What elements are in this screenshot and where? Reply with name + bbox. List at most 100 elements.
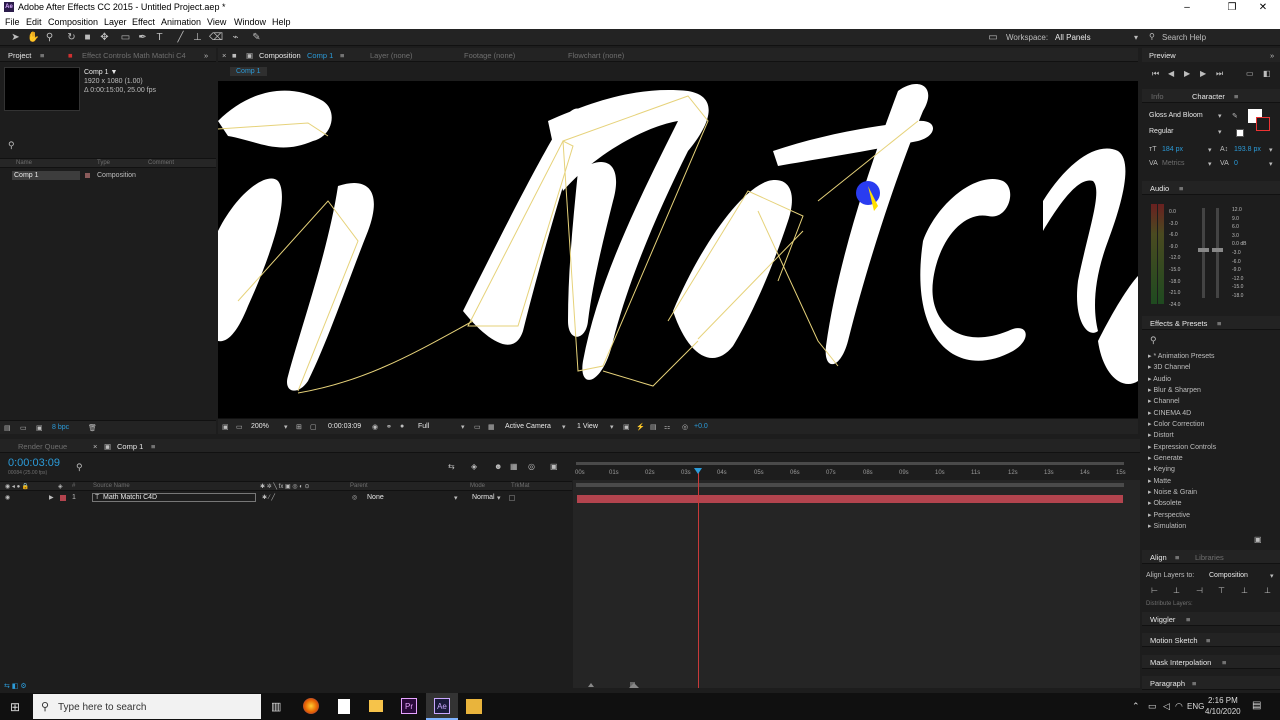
expand-layer-icon[interactable]: ▶	[49, 494, 54, 501]
new-preset-icon[interactable]: ▣	[1254, 535, 1262, 544]
effect-category[interactable]: ▸ Perspective	[1148, 511, 1190, 519]
col-type[interactable]: Type	[97, 160, 110, 166]
first-frame-icon[interactable]: ⏮	[1152, 69, 1159, 79]
wifi-icon[interactable]: ◠	[1175, 701, 1183, 712]
workspace-dropdown[interactable]: All Panels	[1055, 33, 1091, 42]
visibility-eye-icon[interactable]: ◉	[5, 494, 10, 501]
chevron-down-icon[interactable]: ▾	[1218, 112, 1222, 120]
chevron-down-icon[interactable]: ▾	[1134, 33, 1138, 42]
chevron-down-icon[interactable]: ▾	[1269, 146, 1273, 154]
panel-menu-icon[interactable]: ≡	[151, 442, 155, 451]
chevron-down-icon[interactable]: ▾	[1208, 160, 1212, 168]
task-view-icon[interactable]: ▥	[271, 700, 281, 713]
effect-category[interactable]: ▸ Keying	[1148, 465, 1175, 473]
align-left-icon[interactable]: ⊢	[1151, 586, 1158, 595]
tab-wiggler[interactable]: Wiggler	[1150, 615, 1175, 624]
zoom-dropdown[interactable]: 200%	[251, 423, 269, 430]
mode-dropdown[interactable]: Normal	[472, 494, 495, 501]
tab-motion-sketch[interactable]: Motion Sketch	[1150, 636, 1198, 645]
panel-menu-icon[interactable]: ≡	[1175, 553, 1179, 562]
view-layout-dropdown[interactable]: 1 View	[577, 423, 598, 430]
effect-category[interactable]: ▸ Simulation	[1148, 522, 1186, 530]
menu-composition[interactable]: Composition	[48, 17, 98, 27]
panel-menu-icon[interactable]: ≡	[1186, 615, 1190, 624]
tab-flowchart[interactable]: Flowchart (none)	[568, 51, 624, 60]
effect-category[interactable]: ▸ Blur & Sharpen	[1148, 386, 1201, 394]
panel-menu-icon[interactable]: ≡	[1179, 184, 1183, 193]
layer-label-color[interactable]	[60, 495, 66, 501]
effect-category[interactable]: ▸ Color Correction	[1148, 420, 1204, 428]
table-row[interactable]: ◉ ▶ 1 T Math Matchi C4D ✱ ⁄ ╱ ◎ None ▾ N…	[0, 493, 572, 503]
panel-overflow-icon[interactable]: »	[204, 51, 208, 60]
col-comment[interactable]: Comment	[148, 160, 174, 166]
snapshot-icon[interactable]: ◉	[372, 423, 378, 431]
default-colors-icon[interactable]	[1236, 129, 1244, 137]
close-icon[interactable]: ✕	[1246, 0, 1280, 15]
col-source-name[interactable]: Source Name	[93, 483, 130, 489]
tab-mask-interpolation[interactable]: Mask Interpolation	[1150, 658, 1211, 667]
menu-help[interactable]: Help	[272, 17, 291, 27]
tab-layer[interactable]: Layer (none)	[370, 51, 413, 60]
roto-brush-tool-icon[interactable]: ⌁	[230, 32, 241, 43]
col-mode[interactable]: Mode	[470, 483, 485, 489]
time-navigator[interactable]	[576, 483, 1124, 487]
audio-slider-handle-right[interactable]	[1212, 248, 1223, 252]
network-icon[interactable]: ▭	[1148, 701, 1157, 712]
panel-menu-icon[interactable]: ≡	[1222, 658, 1226, 667]
tab-render-queue[interactable]: Render Queue	[18, 442, 67, 451]
playhead[interactable]	[698, 472, 699, 688]
effect-category[interactable]: ▸ Obsolete	[1148, 499, 1182, 507]
close-tab-icon[interactable]: ×	[222, 51, 226, 60]
font-style-dropdown[interactable]: Regular	[1149, 128, 1174, 135]
tab-effects-presets[interactable]: Effects & Presets	[1150, 319, 1207, 328]
taskbar-time[interactable]: 2:16 PM	[1208, 696, 1238, 705]
chevron-down-icon[interactable]: ▾	[461, 423, 465, 431]
fast-previews-icon[interactable]: ⚡	[636, 423, 645, 431]
effects-search-input[interactable]	[1162, 336, 1274, 345]
col-parent[interactable]: Parent	[350, 483, 368, 489]
lock-icon[interactable]: ■	[232, 51, 237, 60]
new-comp-icon[interactable]: ▣	[36, 424, 43, 432]
panel-menu-icon[interactable]: ≡	[1192, 679, 1196, 688]
transparency-grid-icon[interactable]: ▦	[488, 423, 495, 431]
frame-blending-icon[interactable]: ▦	[510, 462, 518, 471]
menu-effect[interactable]: Effect	[132, 17, 155, 27]
playhead-handle[interactable]	[694, 468, 702, 474]
shy-layers-icon[interactable]: ☻	[494, 462, 502, 471]
premiere-icon[interactable]: Pr	[401, 698, 417, 714]
audio-slider-handle-left[interactable]	[1198, 248, 1209, 252]
chevron-down-icon[interactable]: ▾	[562, 423, 566, 431]
search-help-input[interactable]: Search Help	[1162, 33, 1206, 42]
windows-start-icon[interactable]: ⊞	[10, 700, 20, 714]
taskbar-search-box[interactable]: ⚲ Type here to search	[33, 694, 261, 719]
menu-file[interactable]: File	[5, 17, 20, 27]
align-vcenter-icon[interactable]: ⊥	[1241, 586, 1248, 595]
menu-edit[interactable]: Edit	[26, 17, 42, 27]
layer-name[interactable]: Math Matchi C4D	[103, 494, 157, 501]
zoom-tool-icon[interactable]: ⚲	[44, 32, 55, 43]
tab-effect-controls[interactable]: Effect Controls Math Matchi C4	[82, 51, 186, 60]
camera-tool-icon[interactable]: ■	[82, 32, 93, 43]
media-app-icon[interactable]	[466, 699, 482, 714]
label-color-swatch[interactable]	[85, 173, 90, 178]
effect-category[interactable]: ▸ Audio	[1148, 375, 1171, 383]
parent-dropdown[interactable]: None	[367, 494, 384, 501]
tab-libraries[interactable]: Libraries	[1195, 553, 1224, 562]
align-hcenter-icon[interactable]: ⊥	[1173, 586, 1180, 595]
after-effects-taskbar-button[interactable]: Ae	[426, 693, 458, 720]
color-channel-icon[interactable]: ●	[400, 423, 404, 430]
audio-slider-left[interactable]	[1202, 208, 1205, 298]
menu-window[interactable]: Window	[234, 17, 266, 27]
region-of-interest-icon[interactable]: ▭	[474, 423, 481, 431]
eyedropper-icon[interactable]: ✎	[1232, 112, 1238, 120]
graph-editor-icon[interactable]: ▣	[550, 462, 558, 471]
bit-depth-toggle[interactable]: 8 bpc	[52, 424, 69, 431]
breadcrumb[interactable]: Comp 1	[230, 67, 267, 76]
firefox-icon[interactable]	[303, 698, 319, 714]
tab-project[interactable]: Project	[8, 51, 31, 60]
panel-menu-icon[interactable]: ≡	[1206, 636, 1210, 645]
col-name[interactable]: Name	[16, 160, 32, 166]
zoom-out-icon[interactable]	[588, 683, 594, 687]
language-indicator[interactable]: ENG	[1187, 702, 1204, 711]
chevron-down-icon[interactable]: ▾	[284, 423, 288, 431]
